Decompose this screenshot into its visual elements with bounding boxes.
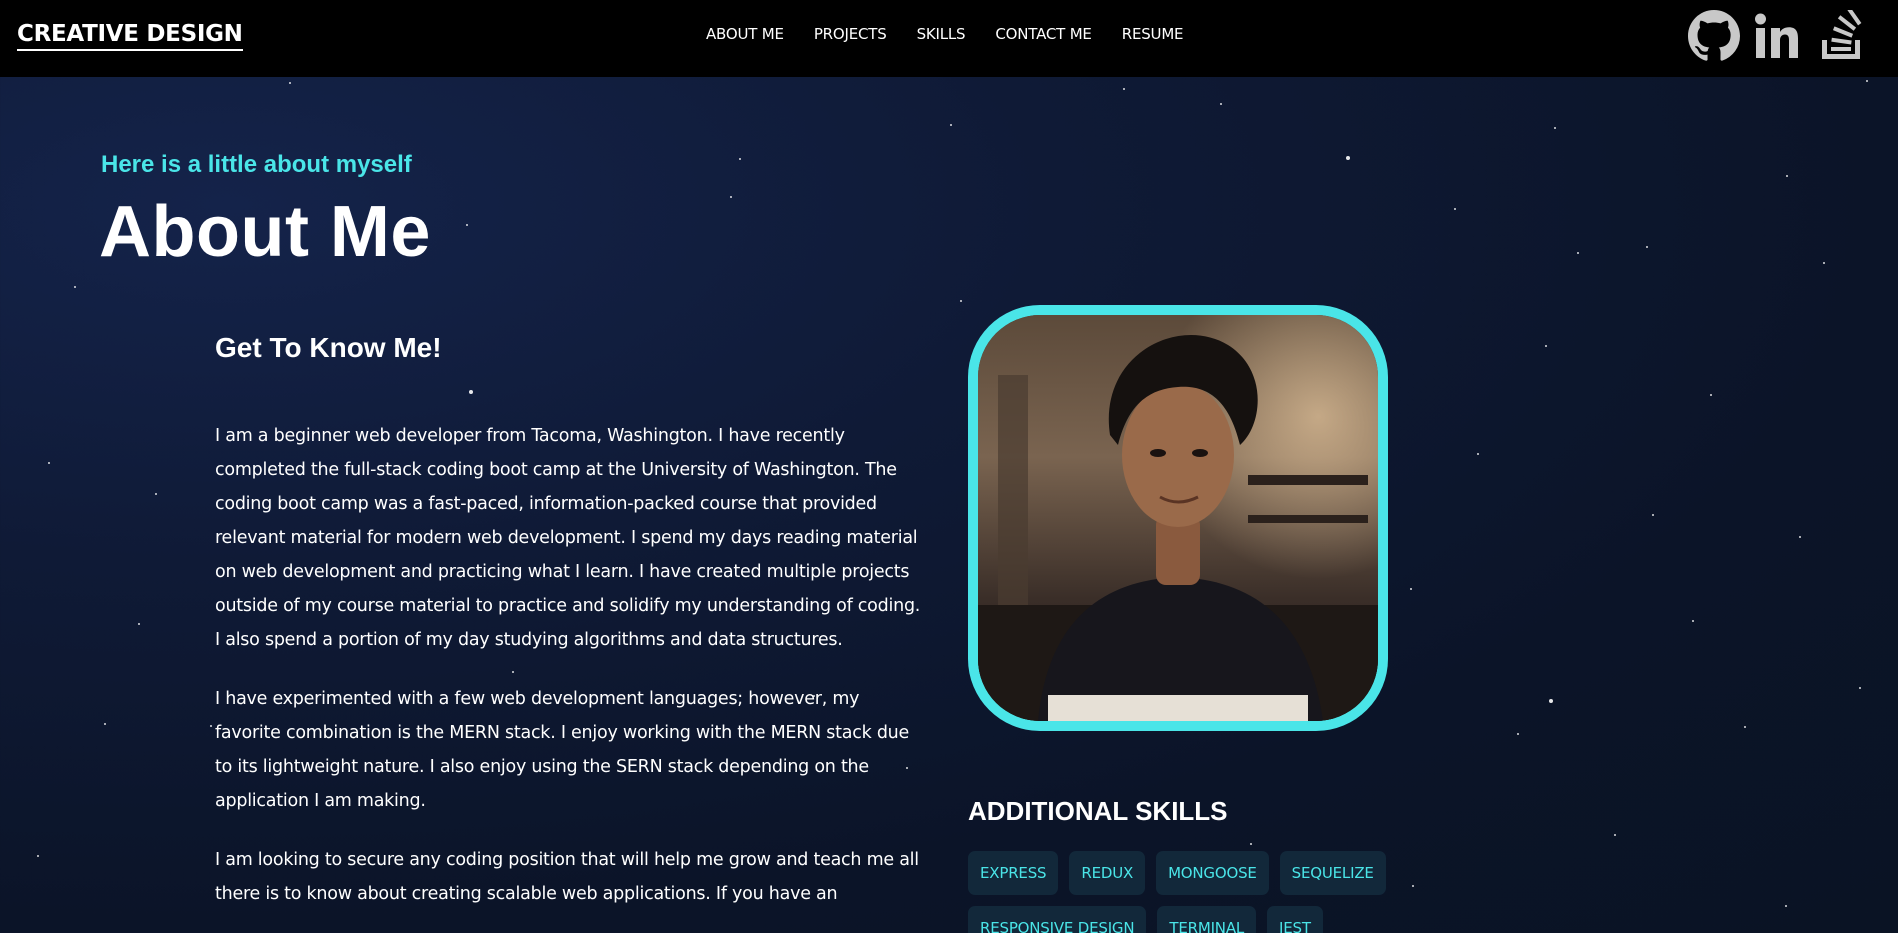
profile-photo-frame xyxy=(968,305,1388,731)
bio-paragraph: I am looking to secure any coding positi… xyxy=(215,850,919,904)
nav-link-resume[interactable]: RESUME xyxy=(1122,25,1184,43)
bio-paragraph: I have experimented with a few web devel… xyxy=(215,689,910,811)
page-title: About Me xyxy=(99,192,431,272)
github-icon[interactable] xyxy=(1688,10,1740,62)
skill-chip: EXPRESS xyxy=(968,851,1059,895)
skill-chip: MONGOOSE xyxy=(1156,851,1269,895)
skills-chip-list: EXPRESS REDUX MONGOOSE SEQUELIZE RESPONS… xyxy=(968,851,1408,933)
brand-logo-link[interactable]: CREATIVE DESIGN xyxy=(17,20,243,51)
stack-overflow-icon[interactable] xyxy=(1816,10,1868,62)
nav-link-about-me[interactable]: ABOUT ME xyxy=(706,25,784,43)
skill-chip: RESPONSIVE DESIGN xyxy=(968,906,1147,933)
top-navbar: CREATIVE DESIGN ABOUT ME PROJECTS SKILLS… xyxy=(0,0,1898,77)
skill-chip: TERMINAL xyxy=(1157,906,1257,933)
profile-photo xyxy=(978,315,1378,721)
get-to-know-heading: Get To Know Me! xyxy=(215,332,442,363)
linkedin-icon[interactable] xyxy=(1752,10,1804,62)
nav-links: ABOUT ME PROJECTS SKILLS CONTACT ME RESU… xyxy=(706,25,1213,43)
nav-link-contact-me[interactable]: CONTACT ME xyxy=(995,25,1092,43)
additional-skills-heading: ADDITIONAL SKILLS xyxy=(968,796,1228,826)
nav-link-projects[interactable]: PROJECTS xyxy=(814,25,887,43)
social-links xyxy=(1688,10,1868,62)
about-kicker: Here is a little about myself xyxy=(101,151,412,178)
skill-chip: SEQUELIZE xyxy=(1279,851,1386,895)
skill-chip: REDUX xyxy=(1069,851,1146,895)
skill-chip: JEST xyxy=(1267,906,1323,933)
bio-paragraph: I am a beginner web developer from Tacom… xyxy=(215,426,921,650)
bio-text: I am a beginner web developer from Tacom… xyxy=(215,419,930,933)
nav-link-skills[interactable]: SKILLS xyxy=(917,25,966,43)
